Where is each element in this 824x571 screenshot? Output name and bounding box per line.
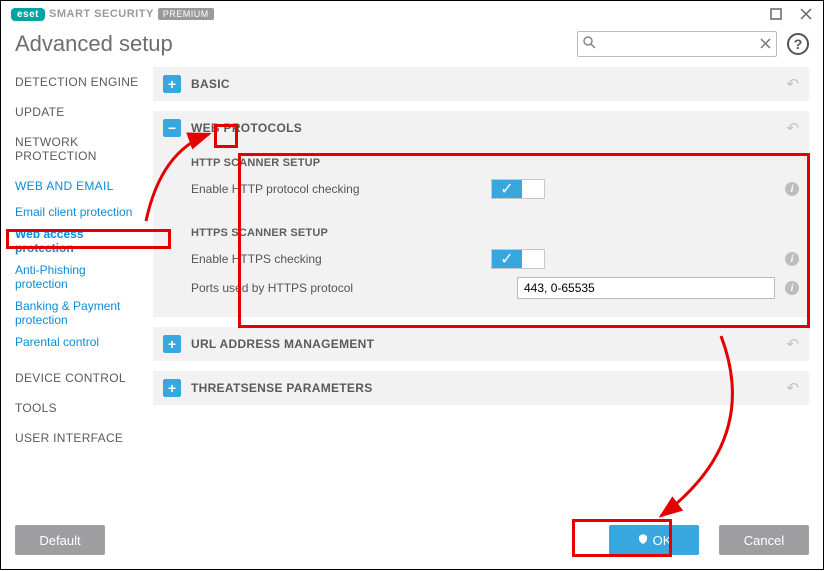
undo-icon[interactable]: ↶ [786,75,799,93]
section-title: THREATSENSE PARAMETERS [191,381,373,395]
ports-input[interactable] [517,277,775,299]
undo-icon[interactable]: ↶ [786,379,799,397]
close-button[interactable] [799,7,813,21]
search-icon [578,36,600,52]
top-row: Advanced setup ? [1,23,823,67]
setting-enable-http: Enable HTTP protocol checking ✓ i [191,175,799,203]
toggle-enable-http[interactable]: ✓ [491,179,545,199]
section-threatsense: + THREATSENSE PARAMETERS ↶ [153,371,809,405]
search-box[interactable] [577,31,777,57]
product-variant: PREMIUM [158,8,214,20]
group-http-scanner: HTTP SCANNER SETUP [191,151,799,175]
sidebar-item-detection-engine[interactable]: DETECTION ENGINE [15,67,141,97]
setting-label: Ports used by HTTPS protocol [191,281,491,295]
undo-icon[interactable]: ↶ [786,119,799,137]
ok-button[interactable]: OK [609,525,699,555]
footer-buttons: Default OK Cancel [15,525,809,555]
sidebar-item-web-and-email[interactable]: WEB AND EMAIL [15,171,141,201]
window-header: eset SMART SECURITY PREMIUM [1,1,823,23]
sidebar-sub-banking-payment[interactable]: Banking & Payment protection [15,295,141,331]
info-icon[interactable]: i [785,182,799,196]
expand-icon[interactable]: + [163,335,181,353]
search-input[interactable] [600,37,755,51]
section-web-protocols: − WEB PROTOCOLS ↶ HTTP SCANNER SETUP Ena… [153,111,809,317]
section-basic: + BASIC ↶ [153,67,809,101]
expand-icon[interactable]: + [163,379,181,397]
content-pane: + BASIC ↶ − WEB PROTOCOLS ↶ HTTP SCANNER… [153,67,809,453]
sidebar-sub-anti-phishing[interactable]: Anti-Phishing protection [15,259,141,295]
collapse-icon[interactable]: − [163,119,181,137]
sidebar-item-network-protection[interactable]: NETWORK PROTECTION [15,127,141,171]
sidebar-sub-email-client-protection[interactable]: Email client protection [15,201,141,223]
setting-label: Enable HTTP protocol checking [191,182,491,196]
setting-label: Enable HTTPS checking [191,252,491,266]
ok-label: OK [653,533,672,548]
cancel-button[interactable]: Cancel [719,525,809,555]
section-title: WEB PROTOCOLS [191,121,302,135]
section-title: BASIC [191,77,230,91]
section-url-management: + URL ADDRESS MANAGEMENT ↶ [153,327,809,361]
help-button[interactable]: ? [787,33,809,55]
setting-https-ports: Ports used by HTTPS protocol i [191,273,799,303]
clear-search-icon[interactable] [755,36,776,52]
default-button[interactable]: Default [15,525,105,555]
brand-logo: eset [11,8,45,21]
setting-enable-https: Enable HTTPS checking ✓ i [191,245,799,273]
sidebar-item-update[interactable]: UPDATE [15,97,141,127]
maximize-button[interactable] [769,7,783,21]
product-name: SMART SECURITY [49,8,154,20]
check-icon: ✓ [492,250,522,268]
sidebar-sub-web-access-protection[interactable]: Web access protection [15,223,141,259]
toggle-enable-https[interactable]: ✓ [491,249,545,269]
sidebar-item-user-interface[interactable]: USER INTERFACE [15,423,141,453]
check-icon: ✓ [492,180,522,198]
sidebar-item-tools[interactable]: TOOLS [15,393,141,423]
sidebar-sub-parental-control[interactable]: Parental control [15,331,141,353]
shield-icon [637,533,649,548]
info-icon[interactable]: i [785,252,799,266]
sidebar: DETECTION ENGINE UPDATE NETWORK PROTECTI… [15,67,141,453]
group-https-scanner: HTTPS SCANNER SETUP [191,221,799,245]
undo-icon[interactable]: ↶ [786,335,799,353]
expand-icon[interactable]: + [163,75,181,93]
info-icon[interactable]: i [785,281,799,295]
sidebar-item-device-control[interactable]: DEVICE CONTROL [15,363,141,393]
section-title: URL ADDRESS MANAGEMENT [191,337,374,351]
page-title: Advanced setup [15,31,173,57]
